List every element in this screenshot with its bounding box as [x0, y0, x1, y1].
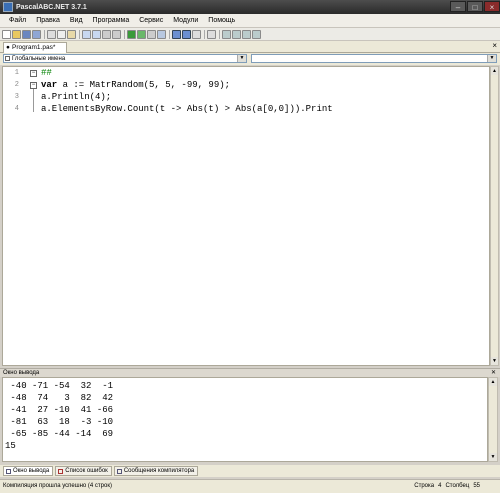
messages-icon: [116, 468, 122, 474]
tab-label: Список ошибок: [65, 467, 108, 474]
format-icon[interactable]: [192, 29, 201, 39]
save-all-icon[interactable]: [32, 29, 41, 39]
pin-icon[interactable]: ✕: [491, 369, 496, 377]
row-value: 4: [438, 483, 442, 489]
tab-label: Сообщения компилятора: [123, 467, 195, 474]
output-window[interactable]: -40 -71 -54 32 -1 -48 74 3 82 42 -41 27 …: [2, 377, 488, 462]
menu-bar: Файл Правка Вид Программа Сервис Модули …: [0, 14, 500, 28]
minimize-button[interactable]: –: [450, 1, 466, 12]
status-bar: Компиляция прошла успешно (4 строк) Стро…: [0, 479, 500, 493]
tab-label: Окно вывода: [13, 467, 50, 474]
step-into-icon[interactable]: [157, 29, 166, 39]
toolbar: [0, 28, 500, 41]
layout-1-icon[interactable]: [172, 29, 181, 39]
code-editor[interactable]: 1 2 3 4 − − ## var a := MatrRandom(5, 5,…: [2, 66, 490, 366]
col-value: 55: [473, 483, 480, 489]
code-line-1: ##: [41, 68, 52, 78]
line-number-gutter: 1 2 3 4: [3, 67, 21, 365]
namespace-icon: [5, 56, 10, 61]
global-names-select[interactable]: Глобальные имена ▼: [3, 54, 247, 63]
scroll-up-icon[interactable]: ▲: [489, 378, 497, 386]
col-label: Столбец: [445, 483, 470, 489]
run-icon[interactable]: [127, 29, 136, 39]
output-panel-header: Окно вывода ✕: [0, 368, 500, 377]
close-document-icon[interactable]: ×: [492, 41, 497, 50]
document-tabs: ● Program1.pas* ×: [0, 41, 500, 53]
window-4-icon[interactable]: [252, 29, 261, 39]
menu-file[interactable]: Файл: [0, 17, 31, 24]
menu-program[interactable]: Программа: [88, 17, 135, 24]
save-icon[interactable]: [22, 29, 31, 39]
chevron-down-icon[interactable]: ▼: [237, 55, 246, 62]
paste-icon[interactable]: [67, 29, 76, 39]
app-icon: [3, 2, 13, 12]
scroll-down-icon[interactable]: ▼: [489, 453, 497, 461]
output-line: -65 -85 -44 -14 69: [5, 429, 114, 439]
maximize-button[interactable]: □: [467, 1, 483, 12]
global-names-value: Глобальные имена: [12, 56, 66, 62]
tab-output-window[interactable]: Окно вывода: [3, 466, 54, 476]
fold-toggle-icon[interactable]: −: [30, 82, 37, 89]
window-title: PascalABC.NET 3.7.1: [16, 3, 87, 11]
output-line: -40 -71 -54 32 -1: [5, 381, 114, 391]
scroll-up-icon[interactable]: ▲: [491, 67, 498, 75]
close-window-button[interactable]: ×: [484, 1, 500, 12]
output-line: -81 63 18 -3 -10: [5, 417, 114, 427]
fold-line: [33, 89, 34, 112]
row-label: Строка: [414, 483, 435, 489]
output-line: 15: [5, 441, 16, 451]
bottom-tabs: Окно вывода Список ошибок Сообщения комп…: [0, 465, 500, 477]
tab-error-list[interactable]: Список ошибок: [55, 466, 112, 476]
chevron-down-icon[interactable]: ▼: [487, 55, 496, 62]
menu-help[interactable]: Помощь: [203, 17, 240, 24]
line-number: 1: [14, 69, 19, 77]
tab-program1[interactable]: ● Program1.pas*: [3, 42, 67, 53]
output-scrollbar[interactable]: ▲ ▼: [488, 377, 498, 462]
window-3-icon[interactable]: [242, 29, 251, 39]
status-message: Компиляция прошла успешно (4 строк): [3, 483, 112, 489]
window-1-icon[interactable]: [222, 29, 231, 39]
scroll-down-icon[interactable]: ▼: [491, 357, 498, 365]
code-line-3: a.Println(4);: [41, 92, 112, 102]
find-icon[interactable]: [102, 29, 111, 39]
undo-icon[interactable]: [82, 29, 91, 39]
code-line-4: a.ElementsByRow.Count(t -> Abs(t) > Abs(…: [41, 104, 333, 114]
copy-icon[interactable]: [57, 29, 66, 39]
output-line: -48 74 3 82 42: [5, 393, 114, 403]
error-icon: [58, 468, 64, 474]
output-icon: [6, 468, 11, 474]
menu-modules[interactable]: Модули: [168, 17, 203, 24]
line-number: 2: [14, 81, 19, 89]
fold-toggle-icon[interactable]: −: [30, 70, 37, 77]
code-line-2: var a := MatrRandom(5, 5, -99, 99);: [41, 80, 231, 90]
debug-icon[interactable]: [137, 29, 146, 39]
output-panel-title: Окно вывода: [3, 370, 40, 376]
replace-icon[interactable]: [112, 29, 121, 39]
title-bar: PascalABC.NET 3.7.1 – □ ×: [0, 0, 500, 14]
output-line: -41 27 -10 41 -66: [5, 405, 114, 415]
menu-edit[interactable]: Правка: [31, 17, 65, 24]
line-number: 4: [14, 105, 19, 113]
tab-label: Program1.pas*: [12, 44, 56, 51]
options-icon[interactable]: [207, 29, 216, 39]
menu-service[interactable]: Сервис: [134, 17, 168, 24]
members-select[interactable]: ▼: [251, 54, 497, 63]
editor-scrollbar[interactable]: ▲ ▼: [490, 66, 499, 366]
line-number: 3: [14, 93, 19, 101]
open-icon[interactable]: [12, 29, 21, 39]
layout-2-icon[interactable]: [182, 29, 191, 39]
stop-icon[interactable]: [147, 29, 156, 39]
menu-view[interactable]: Вид: [65, 17, 88, 24]
cut-icon[interactable]: [47, 29, 56, 39]
tab-compiler-messages[interactable]: Сообщения компилятора: [113, 466, 199, 476]
new-file-icon[interactable]: [2, 29, 11, 39]
redo-icon[interactable]: [92, 29, 101, 39]
window-2-icon[interactable]: [232, 29, 241, 39]
navigation-combos: Глобальные имена ▼ ▼: [0, 53, 500, 65]
tab-close-icon[interactable]: ●: [6, 43, 10, 53]
